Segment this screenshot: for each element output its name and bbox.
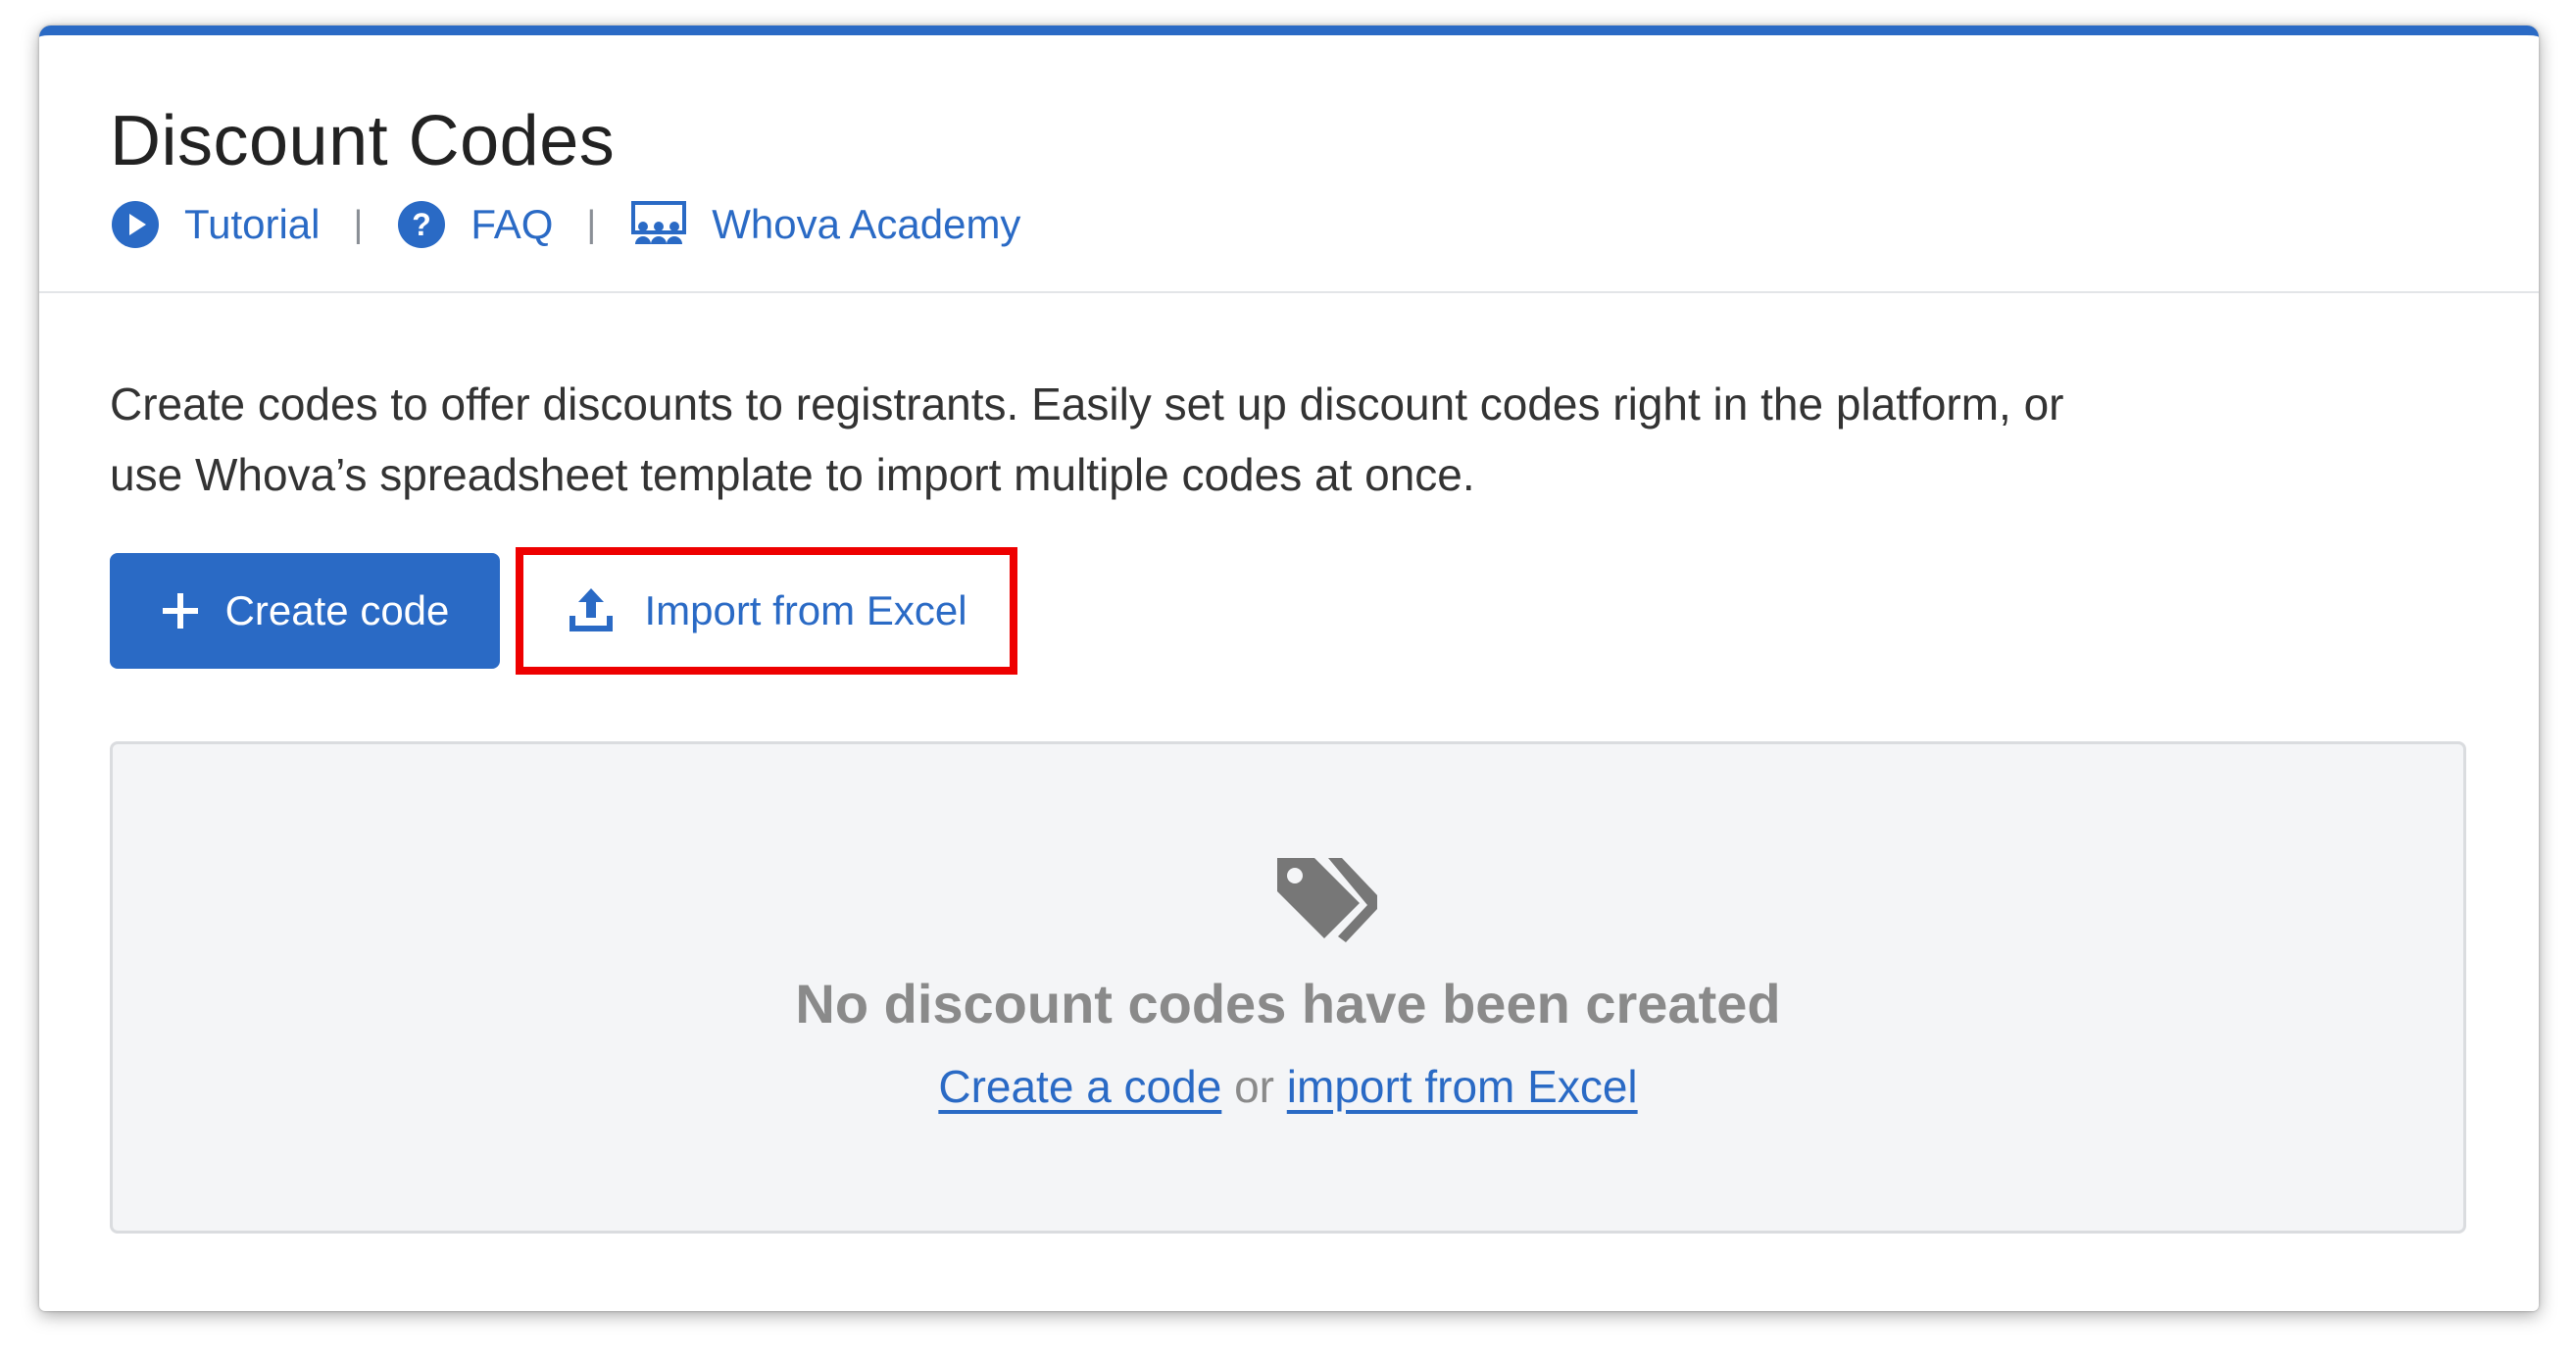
empty-state-panel: No discount codes have been created Crea… [110, 741, 2466, 1234]
discount-codes-card: Discount Codes Tutorial | ? FAQ | Whova … [39, 25, 2539, 1311]
empty-state-actions: Create a code or import from Excel [113, 1060, 2463, 1113]
tutorial-label: Tutorial [184, 201, 321, 247]
create-code-label: Create code [224, 587, 450, 633]
create-code-button[interactable]: Create code [110, 553, 500, 669]
faq-link[interactable]: ? FAQ [396, 199, 553, 250]
tags-icon [1269, 852, 1379, 950]
import-from-excel-label: Import from Excel [644, 587, 967, 633]
svg-text:?: ? [413, 207, 432, 242]
plus-icon [161, 591, 200, 631]
empty-state-title: No discount codes have been created [795, 973, 1781, 1034]
or-text: or [1221, 1061, 1287, 1112]
academy-label: Whova Academy [712, 201, 1021, 247]
separator: | [353, 203, 364, 245]
help-links: Tutorial | ? FAQ | Whova Academy [110, 197, 1020, 252]
page-description: Create codes to offer discounts to regis… [110, 378, 2064, 500]
academy-link[interactable]: Whova Academy [629, 199, 1020, 250]
upload-icon [566, 586, 617, 635]
page-header: Discount Codes Tutorial | ? FAQ | Whova … [39, 35, 2539, 293]
import-from-excel-button[interactable]: Import from Excel [516, 547, 1017, 675]
page-title: Discount Codes [110, 102, 616, 180]
faq-label: FAQ [471, 201, 554, 247]
tutorial-link[interactable]: Tutorial [110, 199, 321, 250]
question-circle-icon: ? [396, 199, 447, 250]
separator: | [586, 203, 597, 245]
create-a-code-link[interactable]: Create a code [938, 1061, 1221, 1112]
play-circle-icon [110, 199, 161, 250]
academy-icon [629, 199, 688, 250]
import-from-excel-link[interactable]: import from Excel [1287, 1061, 1638, 1112]
